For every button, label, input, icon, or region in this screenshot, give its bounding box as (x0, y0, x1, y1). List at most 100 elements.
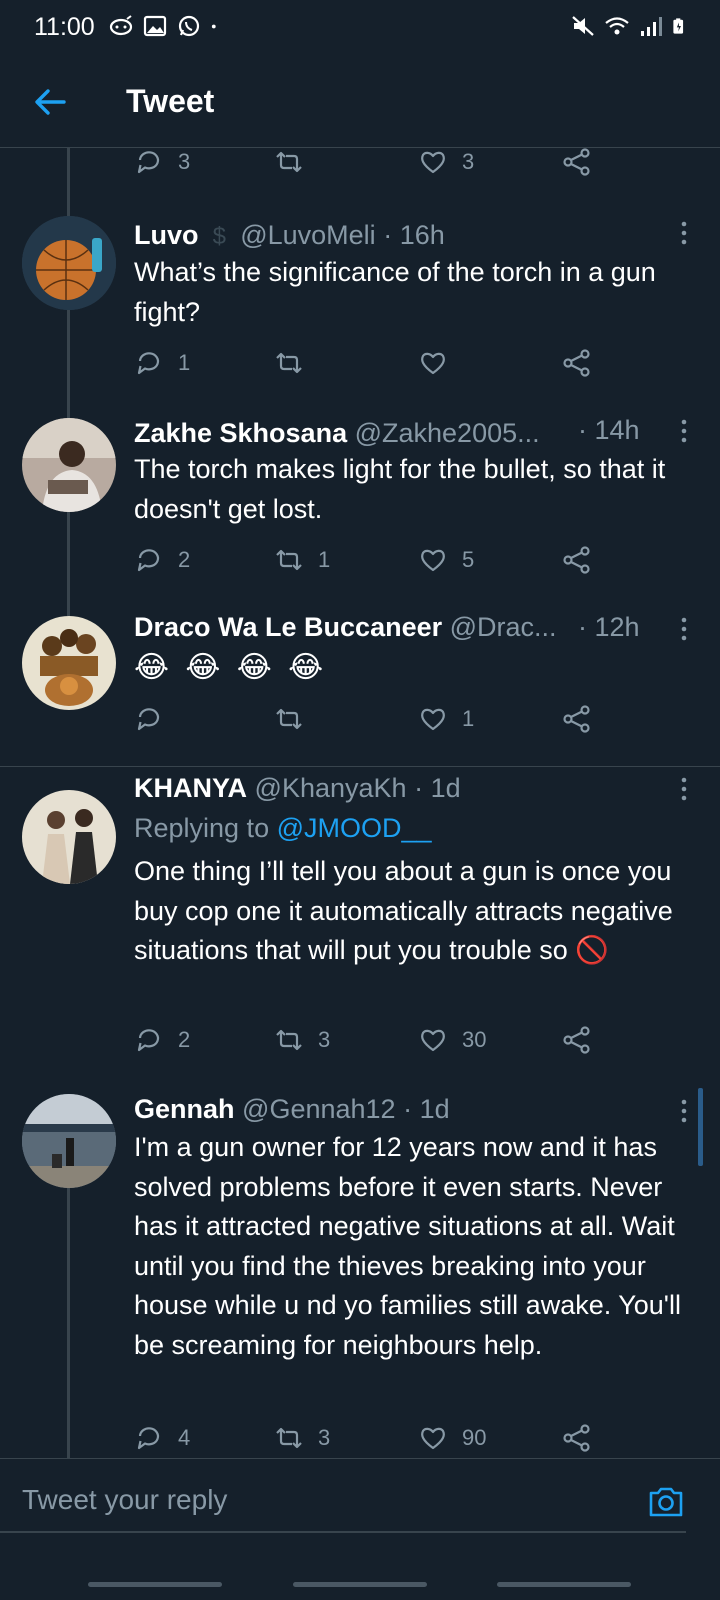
tweet-item[interactable]: Gennah @Gennah12 · 1d I'm a gun owner fo… (0, 1094, 720, 1458)
more-options-icon[interactable] (672, 416, 696, 446)
reply-icon (137, 549, 160, 572)
share-icon (563, 349, 590, 377)
author-name[interactable]: Zakhe Skhosana (134, 418, 347, 448)
retweet-button[interactable] (274, 346, 318, 380)
avatar[interactable] (22, 790, 116, 884)
avatar[interactable] (22, 1094, 116, 1188)
more-options-icon[interactable] (672, 774, 696, 804)
author-name[interactable]: Gennah (134, 1094, 235, 1124)
signal-icon (641, 17, 662, 36)
reply-button[interactable]: 4 (134, 1421, 190, 1455)
camera-icon[interactable] (646, 1481, 686, 1521)
whatsapp-icon (178, 15, 200, 37)
retweet-button[interactable] (274, 145, 318, 179)
mute-icon (572, 16, 594, 36)
tweet-item[interactable]: Luvo $ @LuvoMeli · 16h What’s the signif… (0, 210, 720, 400)
nav-recents-pill[interactable] (497, 1582, 631, 1587)
retweet-button[interactable]: 3 (274, 1023, 330, 1057)
tweet-item[interactable]: KHANYA @KhanyaKh · 1d Replying to @JMOOD… (0, 770, 720, 1090)
reply-button[interactable] (134, 702, 178, 736)
retweet-icon (276, 352, 302, 374)
reply-count: 2 (178, 1027, 191, 1052)
reply-icon (137, 151, 160, 174)
avatar[interactable] (22, 216, 116, 310)
retweet-icon (276, 708, 302, 730)
reply-input[interactable]: Tweet your reply (22, 1484, 227, 1516)
notification-icon (109, 15, 133, 36)
like-button[interactable]: 5 (418, 543, 474, 577)
mention-link[interactable]: @JMOOD__ (277, 813, 432, 843)
retweet-icon (276, 151, 302, 173)
author-handle[interactable]: @LuvoMeli (240, 220, 375, 250)
reply-bar: Tweet your reply (0, 1458, 720, 1600)
like-button[interactable]: 3 (418, 145, 474, 179)
like-button[interactable] (418, 346, 462, 380)
reply-button[interactable]: 3 (134, 145, 190, 179)
heart-icon (421, 151, 445, 174)
share-icon (563, 1424, 590, 1452)
heart-icon (421, 708, 445, 731)
reply-button[interactable]: 1 (134, 346, 190, 380)
share-icon (563, 1026, 590, 1054)
back-arrow-icon[interactable] (30, 82, 70, 122)
like-count: 30 (462, 1027, 487, 1052)
retweet-button[interactable]: 1 (274, 543, 330, 577)
share-button[interactable] (562, 702, 592, 736)
author-name[interactable]: KHANYA (134, 773, 247, 803)
author-name[interactable]: Draco Wa Le Buccaneer (134, 612, 442, 642)
retweet-count: 1 (318, 547, 331, 572)
author-handle[interactable]: @Zakhe2005... (355, 418, 540, 448)
author-handle[interactable]: @Drac... (450, 612, 557, 642)
reply-icon (137, 1029, 160, 1052)
tweet-item[interactable]: Zakhe Skhosana @Zakhe2005... · 14h The t… (0, 410, 720, 600)
tweet-item[interactable]: Draco Wa Le Buccaneer @Drac... · 12h 😂 😂… (0, 610, 720, 750)
group-artwork (22, 616, 116, 710)
tweet-text: I'm a gun owner for 12 years now and it … (134, 1132, 681, 1360)
more-options-icon[interactable] (672, 1096, 696, 1126)
tweet-text: What’s the significance of the torch in … (134, 257, 656, 327)
share-button[interactable] (562, 145, 592, 179)
reply-button[interactable]: 2 (134, 543, 190, 577)
tweet-time: · 1d (403, 1094, 450, 1124)
app-header: Tweet (0, 56, 720, 148)
dot-icon (211, 24, 216, 29)
more-options-icon[interactable] (672, 218, 696, 248)
reply-count: 4 (178, 1425, 191, 1450)
battery-icon (673, 18, 684, 34)
nav-home-pill[interactable] (293, 1582, 427, 1587)
heart-icon (421, 549, 445, 572)
heart-icon (421, 1029, 445, 1052)
like-button[interactable]: 90 (418, 1421, 486, 1455)
nav-back-pill[interactable] (88, 1582, 222, 1587)
like-count: 90 (462, 1425, 487, 1450)
share-icon (563, 546, 590, 574)
replying-to: Replying to @JMOOD__ (134, 813, 432, 844)
more-options-icon[interactable] (672, 614, 696, 644)
retweet-button[interactable] (274, 702, 318, 736)
top-tweet-actions: 3 3 (134, 145, 614, 179)
tweet-text: One thing I’ll tell you about a gun is o… (134, 856, 673, 965)
reply-button[interactable]: 2 (134, 1023, 190, 1057)
reply-icon (137, 352, 160, 375)
author-handle[interactable]: @Gennah12 (242, 1094, 396, 1124)
retweet-count: 3 (318, 1027, 331, 1052)
heart-icon (421, 352, 445, 375)
tweet-actions: 2 3 30 (134, 1023, 614, 1057)
share-button[interactable] (562, 543, 592, 577)
retweet-icon (276, 549, 302, 571)
like-button[interactable]: 30 (418, 1023, 486, 1057)
share-button[interactable] (562, 1023, 592, 1057)
share-button[interactable] (562, 346, 592, 380)
wifi-icon (605, 17, 629, 35)
share-button[interactable] (562, 1421, 592, 1455)
like-button[interactable]: 1 (418, 702, 474, 736)
avatar[interactable] (22, 418, 116, 512)
scrollbar[interactable] (698, 1088, 703, 1166)
author-handle[interactable]: @KhanyaKh (255, 773, 407, 803)
like-count: 1 (462, 706, 475, 731)
tweet-text: The torch makes light for the bullet, so… (134, 454, 666, 524)
retweet-button[interactable]: 3 (274, 1421, 330, 1455)
author-name[interactable]: Luvo (134, 220, 199, 250)
avatar[interactable] (22, 616, 116, 710)
thread-line (67, 148, 70, 216)
